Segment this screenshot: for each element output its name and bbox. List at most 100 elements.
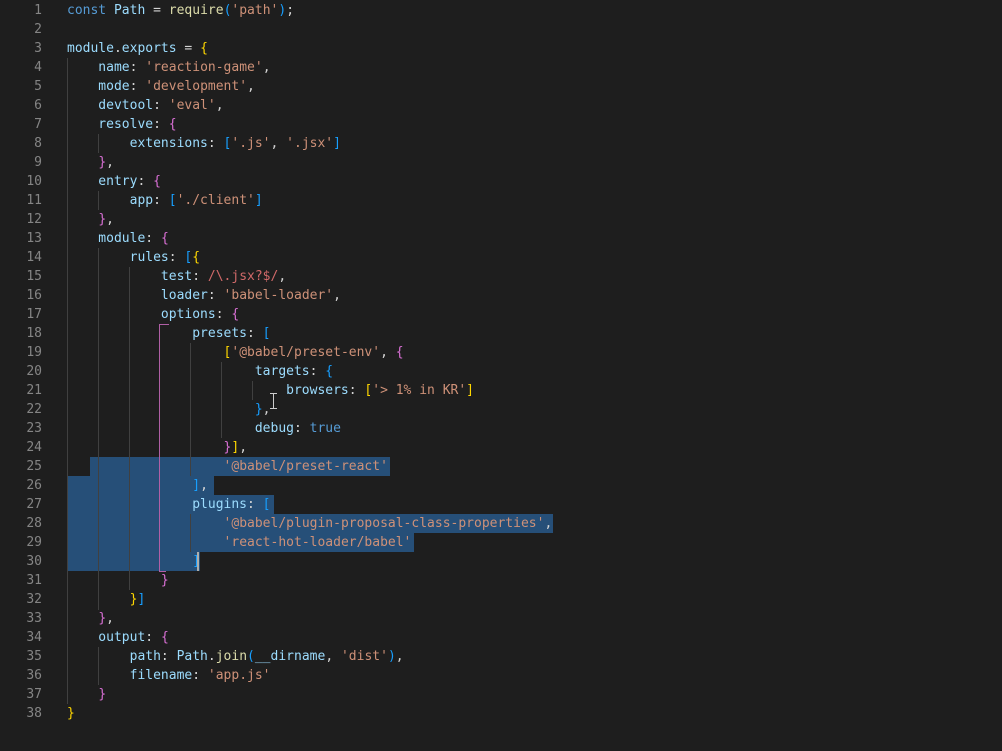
code-token: {	[200, 41, 208, 56]
code-text[interactable]: resolve: {	[67, 115, 177, 134]
code-text[interactable]: mode: 'development',	[67, 77, 255, 96]
code-line[interactable]: 9 },	[0, 153, 1002, 172]
code-token: ,	[106, 611, 114, 626]
code-line[interactable]: 22 },	[0, 400, 1002, 419]
code-text[interactable]: ['@babel/preset-env', {	[67, 343, 404, 362]
code-token: ]	[333, 136, 341, 151]
code-line[interactable]: 26 ],	[0, 476, 1002, 495]
code-text[interactable]: }]	[67, 590, 146, 609]
code-text[interactable]: output: {	[67, 628, 168, 647]
code-line[interactable]: 29 'react-hot-loader/babel'	[0, 533, 1002, 552]
code-line[interactable]: 31 }	[0, 571, 1002, 590]
code-token: :	[153, 98, 169, 113]
line-number: 17	[26, 307, 42, 322]
code-line[interactable]: 20 targets: {	[0, 362, 1002, 381]
code-line[interactable]: 4 name: 'reaction-game',	[0, 58, 1002, 77]
code-token: ,	[106, 212, 114, 227]
code-line[interactable]: 13 module: {	[0, 229, 1002, 248]
code-line[interactable]: 14 rules: [{	[0, 248, 1002, 267]
code-line[interactable]: 25 '@babel/preset-react'	[0, 457, 1002, 476]
code-line[interactable]: 18 presets: [	[0, 324, 1002, 343]
code-line[interactable]: 36 filename: 'app.js'	[0, 666, 1002, 685]
code-line[interactable]: 12 },	[0, 210, 1002, 229]
code-text[interactable]: rules: [{	[67, 248, 200, 267]
code-line[interactable]: 28 '@babel/plugin-proposal-class-propert…	[0, 514, 1002, 533]
code-line[interactable]: 27 plugins: [	[0, 495, 1002, 514]
code-token: ]	[254, 193, 263, 208]
line-number: 25	[26, 459, 42, 474]
code-text[interactable]: ]	[67, 552, 200, 571]
code-text[interactable]: app: ['./client']	[67, 191, 263, 210]
code-line[interactable]: 15 test: /\.jsx?$/,	[0, 267, 1002, 286]
code-text[interactable]: }	[67, 571, 169, 590]
code-token: '.js'	[231, 136, 271, 151]
code-text[interactable]: name: 'reaction-game',	[67, 58, 270, 77]
code-text[interactable]: debug: true	[67, 419, 341, 438]
code-line[interactable]: 5 mode: 'development',	[0, 77, 1002, 96]
code-token: [	[168, 193, 177, 208]
code-text[interactable]: presets: [	[67, 324, 270, 343]
code-line[interactable]: 6 devtool: 'eval',	[0, 96, 1002, 115]
code-line[interactable]: 11 app: ['./client']	[0, 191, 1002, 210]
code-line[interactable]: 21 browsers: ['> 1% in KR']	[0, 381, 1002, 400]
code-line[interactable]: 24 }],	[0, 438, 1002, 457]
code-token: }	[160, 573, 169, 588]
code-line[interactable]: 30 ]	[0, 552, 1002, 571]
code-line[interactable]: 34 output: {	[0, 628, 1002, 647]
code-text[interactable]: }],	[67, 438, 247, 457]
code-line[interactable]: 35 path: Path.join(__dirname, 'dist'),	[0, 647, 1002, 666]
code-text[interactable]: targets: {	[67, 362, 333, 381]
code-line[interactable]: 10 entry: {	[0, 172, 1002, 191]
code-line[interactable]: 33 },	[0, 609, 1002, 628]
code-token: .	[113, 41, 122, 56]
code-line[interactable]: 1 const Path = require('path');	[0, 1, 1002, 20]
code-text[interactable]: path: Path.join(__dirname, 'dist'),	[67, 647, 404, 666]
code-line[interactable]: 32 }]	[0, 590, 1002, 609]
code-text[interactable]: },	[67, 400, 271, 419]
code-line[interactable]: 23 debug: true	[0, 419, 1002, 438]
code-text[interactable]: filename: 'app.js'	[67, 666, 271, 685]
line-number: 6	[34, 98, 42, 113]
line-number: 10	[26, 174, 42, 189]
code-text[interactable]: 'react-hot-loader/babel'	[67, 533, 412, 552]
code-text[interactable]: '@babel/plugin-proposal-class-properties…	[67, 514, 553, 533]
code-text[interactable]: devtool: 'eval',	[67, 96, 223, 115]
line-number: 23	[26, 421, 42, 436]
code-text[interactable]: loader: 'babel-loader',	[67, 286, 341, 305]
code-text[interactable]: extensions: ['.js', '.jsx']	[67, 134, 341, 153]
code-token: {	[168, 117, 177, 132]
code-text[interactable]: options: {	[67, 305, 239, 324]
code-line[interactable]: 3 module.exports = {	[0, 39, 1002, 58]
code-line[interactable]: 38}	[0, 704, 1002, 723]
code-text[interactable]: ],	[67, 476, 208, 495]
code-text[interactable]: entry: {	[67, 172, 161, 191]
code-line[interactable]: 17 options: {	[0, 305, 1002, 324]
line-number: 5	[34, 79, 42, 94]
code-line[interactable]: 8 extensions: ['.js', '.jsx']	[0, 134, 1002, 153]
code-text[interactable]: }	[67, 685, 106, 704]
code-token: 'babel-loader'	[223, 288, 334, 303]
code-token: test	[67, 269, 193, 284]
line-number: 31	[26, 573, 42, 588]
code-text[interactable]: },	[67, 609, 114, 628]
code-token: {	[192, 250, 201, 265]
code-line[interactable]: 19 ['@babel/preset-env', {	[0, 343, 1002, 362]
code-line[interactable]: 2	[0, 20, 1002, 39]
code-text[interactable]: '@babel/preset-react'	[67, 457, 388, 476]
code-text[interactable]: module.exports = {	[67, 39, 208, 58]
code-editor[interactable]: 1 const Path = require('path'); 2 3 module.e…	[0, 0, 1002, 751]
code-text[interactable]: },	[67, 153, 114, 172]
code-text[interactable]: const Path = require('path');	[67, 1, 294, 20]
code-text[interactable]: },	[67, 210, 114, 229]
code-text[interactable]: module: {	[67, 229, 168, 248]
line-number: 22	[26, 402, 42, 417]
code-text[interactable]: }	[67, 704, 75, 723]
code-line[interactable]: 37 }	[0, 685, 1002, 704]
code-line[interactable]: 7 resolve: {	[0, 115, 1002, 134]
code-line[interactable]: 16 loader: 'babel-loader',	[0, 286, 1002, 305]
code-text[interactable]: test: /\.jsx?$/,	[67, 267, 286, 286]
code-text[interactable]: plugins: [	[67, 495, 270, 514]
